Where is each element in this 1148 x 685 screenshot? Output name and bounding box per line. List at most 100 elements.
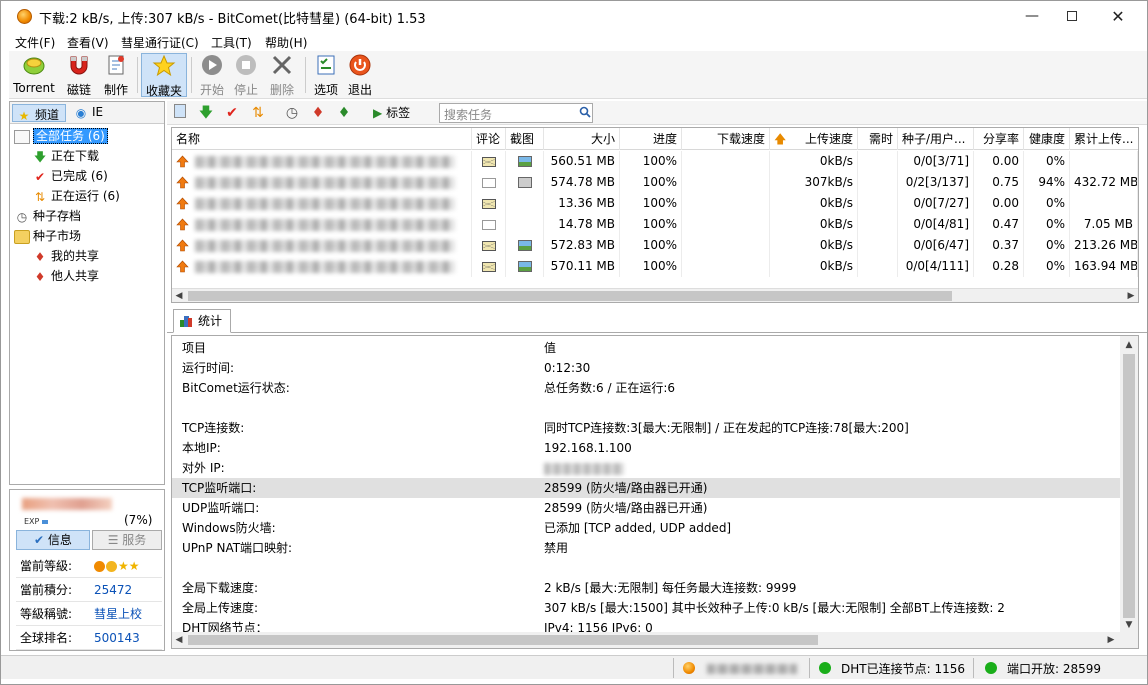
stop-button[interactable]: 停止 [231, 53, 261, 97]
image-icon[interactable] [517, 177, 532, 188]
share-download-icon[interactable]: ♦ [335, 104, 353, 122]
torrent-row[interactable]: 570.11 MB 100% 0kB/s 0/0[4/111] 0.28 0% 163.94… [172, 256, 1138, 277]
col-progress[interactable]: 进度 [620, 128, 682, 150]
tab-channel[interactable]: ★ 频道 [12, 104, 66, 123]
col-name[interactable]: 名称 [172, 128, 472, 150]
image-icon[interactable] [517, 261, 532, 272]
stats-row[interactable]: TCP监听端口: 28599 (防火墙/路由器已开通) [172, 478, 1120, 498]
menu-view[interactable]: 查看(V) [67, 34, 109, 51]
torrent-row[interactable]: 574.78 MB 100% 307kB/s 0/2[3/137] 0.75 94% 432… [172, 172, 1138, 193]
col-comment[interactable]: 评论 [472, 128, 506, 150]
tree-completed[interactable]: ✔ 已完成 (6) [32, 167, 108, 186]
maximize-button[interactable] [1049, 1, 1095, 31]
close-button[interactable]: ✕ [1095, 1, 1141, 31]
torrent-list: 名称 评论 截图 大小 进度 下载速度 🡅 上传速度 需时 种子/用户... 分享… [171, 127, 1139, 303]
tree-torrent-archive[interactable]: ◷ 种子存档 [14, 207, 81, 226]
menu-tools[interactable]: 工具(T) [211, 34, 252, 51]
stats-row[interactable]: Windows防火墙: 已添加 [TCP added, UDP added] [172, 518, 1120, 538]
my-share-icon[interactable]: ♦ [309, 104, 327, 122]
scroll-right-icon[interactable]: ▶ [1104, 633, 1118, 647]
torrent-button[interactable]: Torrent [11, 53, 57, 97]
stats-vertical-scrollbar[interactable]: ▲ ▼ [1120, 336, 1138, 632]
col-uploaded[interactable]: 累计上传... [1070, 128, 1138, 150]
stats-row[interactable]: 本地IP: 192.168.1.100 [172, 438, 1120, 458]
make-torrent-button[interactable]: 制作 [99, 53, 133, 97]
magnet-button[interactable]: 磁链 [61, 53, 97, 97]
scrollbar-thumb[interactable] [1123, 354, 1135, 618]
envelope-icon[interactable] [481, 177, 496, 188]
torrent-row[interactable]: 13.36 MB 100% 0kB/s 0/0[7/27] 0.00 0% [172, 193, 1138, 214]
scroll-left-icon[interactable]: ◀ [172, 633, 186, 647]
tree-downloading[interactable]: 🡇 正在下载 [32, 147, 99, 166]
stats-row[interactable]: UPnP NAT端口映射: 禁用 [172, 538, 1120, 558]
envelope-icon[interactable] [481, 261, 496, 272]
stats-row[interactable] [172, 558, 1120, 578]
start-button[interactable]: 开始 [197, 53, 227, 97]
envelope-icon[interactable] [481, 219, 496, 230]
tree-torrent-market[interactable]: 种子市场 [14, 227, 81, 246]
stats-row[interactable] [172, 398, 1120, 418]
col-health[interactable]: 健康度 [1024, 128, 1070, 150]
envelope-icon[interactable] [481, 240, 496, 251]
torrent-row[interactable]: 572.83 MB 100% 0kB/s 0/0[6/47] 0.37 0% 213.26 … [172, 235, 1138, 256]
delete-button[interactable]: 删除 [267, 53, 297, 97]
menu-passport[interactable]: 彗星通行证(C) [121, 34, 199, 51]
menu-help[interactable]: 帮助(H) [265, 34, 307, 51]
scroll-left-icon[interactable]: ◀ [172, 289, 186, 302]
stats-header-row[interactable]: 项目 值 [172, 338, 1120, 358]
list-horizontal-scrollbar[interactable]: ◀ ▶ [172, 288, 1138, 302]
search-icon[interactable] [579, 106, 591, 118]
stats-horizontal-scrollbar[interactable]: ◀ ▶ [172, 632, 1138, 648]
app-window: 下载:2 kB/s, 上传:307 kB/s - BitComet(比特彗星) … [0, 0, 1148, 685]
archive-icon[interactable]: ◷ [283, 104, 301, 122]
stats-row[interactable]: 对外 IP: [172, 458, 1120, 478]
favorites-button[interactable]: 收藏夹 [141, 53, 187, 98]
torrent-row[interactable]: 14.78 MB 100% 0kB/s 0/0[4/81] 0.47 0% 7.05 MB [172, 214, 1138, 235]
options-button[interactable]: 选项 [311, 53, 341, 97]
envelope-icon[interactable] [481, 198, 496, 209]
scroll-down-icon[interactable]: ▼ [1122, 618, 1136, 632]
tab-statistics[interactable]: 统计 [173, 309, 231, 333]
menu-file[interactable]: 文件(F) [15, 34, 55, 51]
stats-row[interactable]: 全局上传速度: 307 kB/s [最大:1500] 其中长效种子上传:0 kB/… [172, 598, 1120, 618]
tree-running[interactable]: ⇅ 正在运行 (6) [32, 187, 120, 206]
stats-row[interactable]: 全局下载速度: 2 kB/s [最大:无限制] 每任务最大连接数: 9999 [172, 578, 1120, 598]
image-icon[interactable] [517, 156, 532, 167]
seeds-cell: 0/0[4/111] [898, 256, 974, 277]
col-download-speed[interactable]: 下载速度 [682, 128, 770, 150]
down-arrow-icon[interactable]: 🡇 [197, 104, 215, 122]
uploaded-cell [1070, 151, 1138, 172]
stats-row[interactable]: BitComet运行状态: 总任务数:6 / 正在运行:6 [172, 378, 1120, 398]
stats-row[interactable]: UDP监听端口: 28599 (防火墙/路由器已开通) [172, 498, 1120, 518]
checkmark-icon[interactable]: ✔ [223, 104, 241, 122]
col-upload-speed[interactable]: 🡅 上传速度 [770, 128, 858, 150]
tree-all-tasks[interactable]: 全部任务 (6) [14, 127, 108, 146]
all-tasks-view-icon[interactable] [171, 104, 189, 122]
image-icon[interactable] [517, 240, 532, 251]
stats-row[interactable]: 运行时间: 0:12:30 [172, 358, 1120, 378]
search-input[interactable]: 搜索任务 [439, 103, 593, 123]
tab-service[interactable]: ☰ 服务 [92, 530, 162, 550]
bitcomet-status-icon[interactable] [683, 662, 695, 674]
scrollbar-thumb[interactable] [188, 291, 952, 301]
up-down-arrows-icon[interactable]: ⇅ [249, 104, 267, 122]
tree-others-share[interactable]: ♦ 他人共享 [32, 267, 99, 286]
scroll-up-icon[interactable]: ▲ [1122, 338, 1136, 352]
col-eta[interactable]: 需时 [858, 128, 898, 150]
stats-row[interactable]: TCP连接数: 同时TCP连接数:3[最大:无限制] / 正在发起的TCP连接:7… [172, 418, 1120, 438]
col-seeds-peers[interactable]: 种子/用户... [898, 128, 974, 150]
torrent-row[interactable]: 560.51 MB 100% 0kB/s 0/0[3/71] 0.00 0% [172, 151, 1138, 172]
scroll-right-icon[interactable]: ▶ [1124, 289, 1138, 302]
title-bar[interactable]: 下载:2 kB/s, 上传:307 kB/s - BitComet(比特彗星) … [1, 1, 1147, 31]
tab-info[interactable]: ✔ 信息 [16, 530, 90, 550]
tab-ie[interactable]: ◉ IE [70, 104, 110, 122]
col-screenshot[interactable]: 截图 [506, 128, 544, 150]
tags-button[interactable]: ▶ 标签 [373, 104, 433, 122]
envelope-icon[interactable] [481, 156, 496, 167]
tree-my-share[interactable]: ♦ 我的共享 [32, 247, 99, 266]
user-title-link[interactable]: 彗星上校 [94, 602, 142, 626]
col-size[interactable]: 大小 [544, 128, 620, 150]
col-share-ratio[interactable]: 分享率 [974, 128, 1024, 150]
scrollbar-thumb[interactable] [188, 635, 818, 645]
exit-button[interactable]: 退出 [345, 53, 375, 97]
